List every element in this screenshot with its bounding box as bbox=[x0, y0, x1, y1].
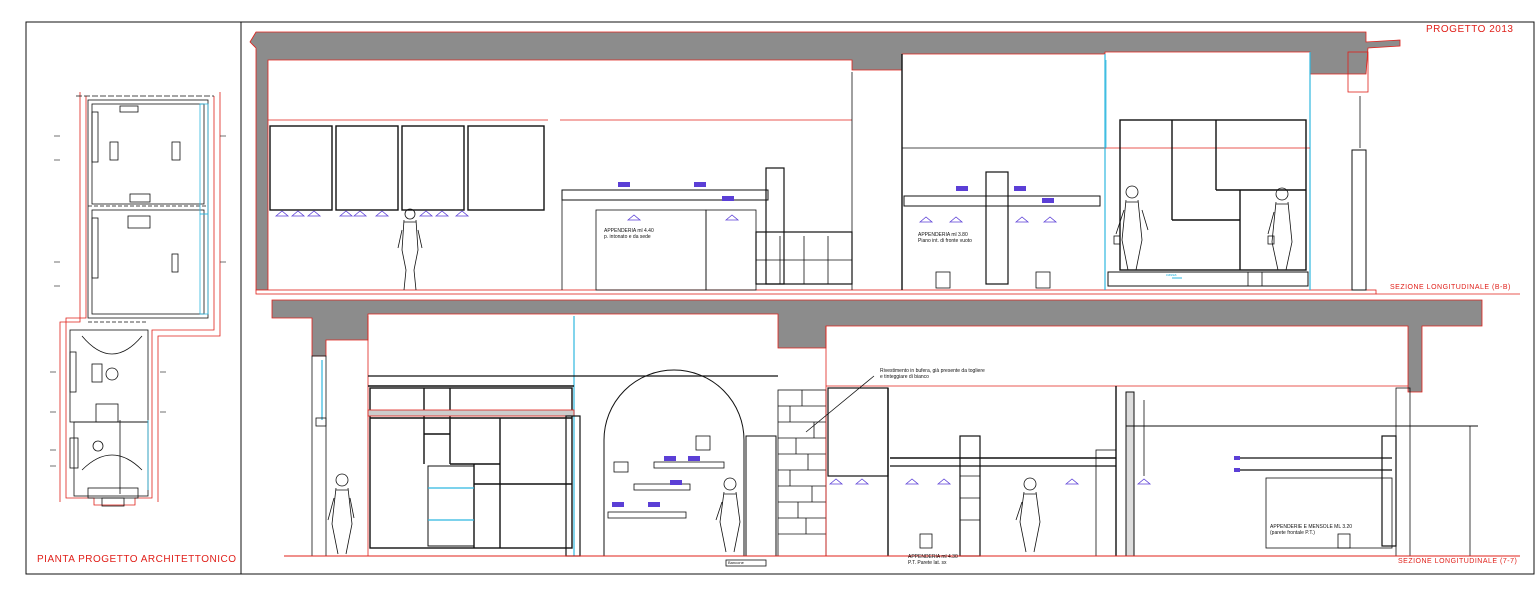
base-tag: Bancone bbox=[728, 560, 744, 565]
mannequin-figure bbox=[397, 208, 423, 291]
outer-frame bbox=[25, 21, 1535, 575]
hanger-note-4-line2: P.T. Parete lat. sx bbox=[908, 560, 947, 566]
section-bb-slab bbox=[249, 31, 1401, 291]
plan-title: PIANTA PROGETTO ARCHITETTONICO bbox=[37, 554, 237, 565]
cladding-note-line2: e tinteggiare di bianco bbox=[880, 374, 929, 380]
drawing-sheet bbox=[25, 21, 1535, 575]
hanger-note-5-line2: (parete frontale P.T.) bbox=[1270, 530, 1315, 536]
hanger-note-1-line2: p. intonato e da sede bbox=[604, 234, 651, 240]
hanger-note-1: APPENDERIA ml 4.40 p. intonato e da sede bbox=[604, 228, 654, 240]
mannequin-figure bbox=[1015, 477, 1041, 553]
section-77-title: SEZIONE LONGITUDINALE (7-7) bbox=[1398, 558, 1518, 565]
project-title: PROGETTO 2013 bbox=[1426, 24, 1514, 35]
hanger-note-2-line2: Piano int. di fronte vuoto bbox=[918, 238, 972, 244]
hanger-note-4: APPENDERIA ml 4.30 P.T. Parete lat. sx bbox=[908, 554, 958, 566]
mannequin-figure bbox=[327, 473, 355, 555]
section-bb-title: SEZIONE LONGITUDINALE (B-B) bbox=[1390, 284, 1511, 291]
small-tag: cassa bbox=[1166, 272, 1177, 277]
section-bb-ground bbox=[255, 289, 1377, 295]
section-77-slab bbox=[271, 299, 1483, 393]
cladding-note: Rivestimento in bufera, già presente da … bbox=[880, 368, 985, 380]
mannequin-figure bbox=[715, 477, 741, 553]
mannequin-figure bbox=[1267, 187, 1293, 271]
hanger-note-5: APPENDERIE E MENSOLE ML 3.20 (parete fro… bbox=[1270, 524, 1352, 536]
section-bb bbox=[249, 31, 1520, 295]
floor-plan bbox=[59, 92, 221, 507]
hanger-note-2: APPENDERIA ml 3.80 Piano int. di fronte … bbox=[918, 232, 972, 244]
mannequin-figure bbox=[1113, 185, 1149, 271]
